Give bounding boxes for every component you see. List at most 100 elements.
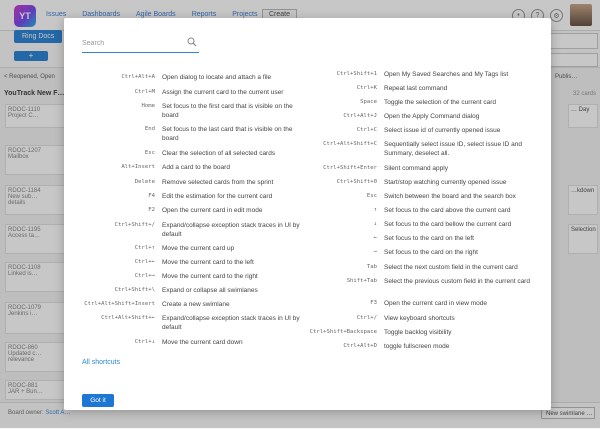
shortcut-row: Ctrl+Shift+Enter Silent command apply xyxy=(297,164,536,173)
shortcut-description: Set focus to the last card that is visib… xyxy=(162,126,293,142)
shortcut-key: Alt+Insert xyxy=(121,164,155,170)
shortcut-row: → Set focus to the card on the right xyxy=(297,248,536,257)
shortcut-row: Ctrl+↑ Move the current card up xyxy=(64,244,302,253)
shortcut-key: Ctrl+Alt+A xyxy=(121,74,155,80)
shortcut-description: Toggle the selection of the current card xyxy=(384,99,497,106)
shortcut-description: Start/stop watching currently opened iss… xyxy=(384,179,507,186)
shortcut-search xyxy=(82,34,199,53)
shortcut-row: Ctrl+Shift+1 Open My Saved Searches and M… xyxy=(297,70,536,79)
shortcut-key: Ctrl+Shift+/ xyxy=(114,222,155,228)
shortcut-row: ↓ Set focus to the card bellow the curren… xyxy=(297,220,536,229)
shortcut-description: Set focus to the card bellow the current… xyxy=(384,221,512,228)
shortcut-key: Esc xyxy=(366,193,377,199)
shortcut-description: Remove selected cards from the sprint xyxy=(162,179,274,186)
shortcut-description: Select issue id of currently opened issu… xyxy=(384,127,501,134)
shortcut-key: F2 xyxy=(148,207,155,213)
shortcut-key: Ctrl+Shift+\ xyxy=(114,287,155,293)
shortcut-row: F3 Open the current card in view mode xyxy=(297,299,536,308)
shortcut-description: Assign the current card to the current u… xyxy=(162,89,284,96)
shortcut-key: ↑ xyxy=(373,207,377,213)
shortcut-description: Move the current card to the right xyxy=(162,273,258,280)
shortcut-row: Ctrl+Shift+0 Start/stop watching currentl… xyxy=(297,178,536,187)
shortcut-description: Expand/collapse exception stack traces i… xyxy=(162,315,300,331)
shortcut-description: Repeat last command xyxy=(384,85,448,92)
shortcut-row: ↑ Set focus to the card above the current… xyxy=(297,206,536,215)
shortcut-row: Ctrl+Alt+J Open the Apply Command dialog xyxy=(297,112,536,121)
shortcut-description: Open the current card in edit mode xyxy=(162,207,263,214)
shortcut-key: ← xyxy=(373,235,377,241)
shortcut-row: Ctrl+→ Move the current card to the right xyxy=(64,272,302,281)
shortcut-description: Select the next custom field in the curr… xyxy=(384,264,518,271)
shortcut-description: Sequentially select issue ID, select iss… xyxy=(384,141,523,157)
shortcut-key: Ctrl+Alt+J xyxy=(343,113,377,119)
shortcut-row: F4 Edit the estimation for the current ca… xyxy=(64,192,302,201)
shortcut-row: Delete Remove selected cards from the spr… xyxy=(64,178,302,187)
shortcut-description: toggle fullscreen mode xyxy=(384,343,450,350)
got-it-button[interactable]: Got it xyxy=(82,394,114,407)
shortcut-key: End xyxy=(144,126,155,132)
all-shortcuts-link[interactable]: All shortcuts xyxy=(82,359,120,366)
shortcut-description: Open dialog to locate and attach a file xyxy=(162,74,272,81)
shortcut-key: Ctrl+← xyxy=(134,259,155,265)
shortcut-description: Move the current card to the left xyxy=(162,259,254,266)
shortcut-description: Expand/collapse exception stack traces i… xyxy=(162,222,300,238)
shortcut-row: F2 Open the current card in edit mode xyxy=(64,206,302,215)
shortcut-row: Esc Clear the selection of all selected c… xyxy=(64,149,302,158)
shortcut-description: Toggle backlog visibility xyxy=(384,329,452,336)
shortcut-key: Shift+Tab xyxy=(346,278,377,284)
shortcut-key: → xyxy=(373,249,377,255)
shortcut-row: Ctrl+K Repeat last command xyxy=(297,84,536,93)
shortcut-row: Tab Select the next custom field in the c… xyxy=(297,263,536,272)
shortcut-key: Ctrl+Shift+Backspace xyxy=(309,329,377,335)
shortcut-row: ← Set focus to the card on the left xyxy=(297,234,536,243)
shortcut-description: Open My Saved Searches and My Tags list xyxy=(384,71,509,78)
shortcut-key: Ctrl+Alt+D xyxy=(343,343,377,349)
shortcut-description: Silent command apply xyxy=(384,165,448,172)
shortcut-key: Ctrl+C xyxy=(356,127,377,133)
shortcut-key: Ctrl+M xyxy=(134,89,155,95)
shortcut-description: Set focus to the card on the left xyxy=(384,235,474,242)
shortcut-description: Select the previous custom field in the … xyxy=(384,278,530,285)
shortcut-row: Ctrl+Alt+D toggle fullscreen mode xyxy=(297,342,536,351)
shortcut-description: Set focus to the first card that is visi… xyxy=(162,103,293,119)
shortcut-description: Set focus to the card on the right xyxy=(384,249,478,256)
shortcut-key: Ctrl+Alt+Shift+← xyxy=(101,315,155,321)
shortcut-description: View keyboard shortcuts xyxy=(384,315,455,322)
shortcut-key: Ctrl+↓ xyxy=(134,339,155,345)
shortcut-row: Ctrl+Alt+A Open dialog to locate and atta… xyxy=(64,73,302,82)
shortcut-key: Ctrl+Alt+Shift+C xyxy=(323,141,377,147)
shortcut-key: Ctrl+/ xyxy=(356,315,377,321)
shortcut-key: Ctrl+Shift+0 xyxy=(336,179,377,185)
shortcut-row: End Set focus to the last card that is vi… xyxy=(64,125,302,143)
shortcut-row: Shift+Tab Select the previous custom fiel… xyxy=(297,277,536,286)
keyboard-shortcuts-dialog: Ctrl+Alt+A Open dialog to locate and atta… xyxy=(64,18,551,410)
shortcut-key: Tab xyxy=(366,264,377,270)
shortcut-key: Ctrl+Alt+Shift+Insert xyxy=(84,301,155,307)
shortcut-description: Add a card to the board xyxy=(162,164,230,171)
search-icon[interactable] xyxy=(187,37,197,47)
shortcut-row: Ctrl+/ View keyboard shortcuts xyxy=(297,314,536,323)
shortcut-row: Ctrl+Alt+Shift+Insert Create a new swimla… xyxy=(64,300,302,309)
shortcut-key: Home xyxy=(141,103,155,109)
shortcut-row: Space Toggle the selection of the current… xyxy=(297,98,536,107)
shortcut-description: Set focus to the card above the current … xyxy=(384,207,511,214)
shortcut-description: Move the current card down xyxy=(162,339,243,346)
shortcut-row: Home Set focus to the first card that is … xyxy=(64,102,302,120)
shortcut-key: Delete xyxy=(134,179,155,185)
shortcut-key: Ctrl+→ xyxy=(134,273,155,279)
shortcut-key: Esc xyxy=(144,150,155,156)
shortcut-description: Create a new swimlane xyxy=(162,301,230,308)
shortcut-row: Ctrl+← Move the current card to the left xyxy=(64,258,302,267)
shortcut-row: Ctrl+↓ Move the current card down xyxy=(64,338,302,347)
shortcut-search-input[interactable] xyxy=(82,36,182,50)
shortcut-key: ↓ xyxy=(373,221,377,227)
shortcut-row: Ctrl+Shift+\ Expand or collapse all swiml… xyxy=(64,286,302,295)
shortcut-key: Ctrl+Shift+1 xyxy=(336,71,377,77)
shortcut-description: Clear the selection of all selected card… xyxy=(162,150,276,157)
shortcut-row: Esc Switch between the board and the sear… xyxy=(297,192,536,201)
shortcut-description: Switch between the board and the search … xyxy=(384,193,516,200)
shortcut-key: Ctrl+K xyxy=(356,85,377,91)
shortcut-key: Space xyxy=(360,99,377,105)
shortcut-row: Ctrl+Alt+Shift+← Expand/collapse exceptio… xyxy=(64,314,302,332)
shortcut-description: Expand or collapse all swimlanes xyxy=(162,287,258,294)
